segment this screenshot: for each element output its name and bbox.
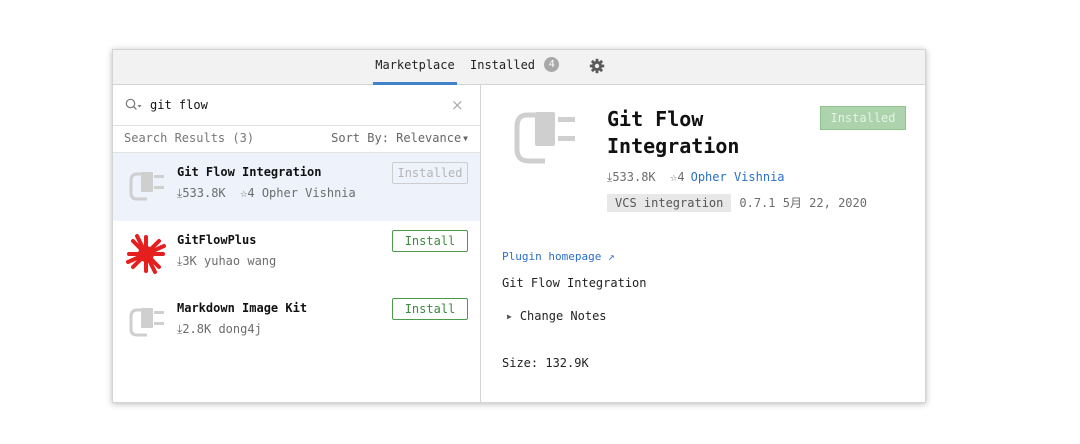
detail-date: 5月 22, 2020	[783, 196, 867, 210]
plugin-detail-version-row: VCS integration 0.7.1 5月 22, 2020	[607, 194, 867, 212]
search-bar: ×	[113, 85, 480, 126]
plugin-vendor: dong4j	[218, 322, 261, 336]
change-notes-toggle[interactable]: ▶ Change Notes	[507, 309, 607, 323]
clear-search-icon[interactable]: ×	[451, 96, 464, 114]
tab-installed[interactable]: Installed 4	[470, 50, 559, 84]
plugin-detail-meta: ⤓533.8K ☆4Opher Vishnia	[607, 170, 785, 185]
plugin-meta: ⤓2.8K dong4j	[177, 322, 262, 337]
plugin-detail-title: Git Flow Integration	[607, 106, 807, 160]
plugin-row-git-flow-integration[interactable]: Git Flow Integration ⤓533.8K ☆4 Opher Vi…	[113, 153, 480, 221]
gear-icon[interactable]	[589, 58, 605, 74]
expand-triangle-icon: ▶	[507, 312, 512, 321]
red-splat-logo-icon	[123, 231, 169, 277]
plugin-downloads: 2.8K	[182, 322, 211, 336]
install-button[interactable]: Install	[392, 298, 468, 320]
plugins-window: Marketplace Installed 4	[112, 49, 926, 403]
change-notes-label: Change Notes	[520, 309, 607, 323]
sort-dropdown[interactable]: Sort By: Relevance▼	[331, 131, 468, 145]
tab-installed-label: Installed	[470, 58, 535, 72]
search-input[interactable]	[150, 96, 440, 114]
category-tag[interactable]: VCS integration	[607, 194, 731, 212]
detail-rating: 4	[677, 170, 684, 184]
plugin-size: Size: 132.9K	[502, 356, 589, 370]
installed-count-badge: 4	[544, 57, 559, 72]
detail-installed-button[interactable]: Installed	[820, 106, 906, 130]
plugin-name: Markdown Image Kit	[177, 301, 307, 315]
plugin-name: Git Flow Integration	[177, 165, 322, 179]
tab-marketplace-label: Marketplace	[375, 58, 454, 72]
tab-marketplace[interactable]: Marketplace	[373, 50, 457, 84]
plugin-row-markdown-image-kit[interactable]: Markdown Image Kit ⤓2.8K dong4j Install	[113, 289, 480, 357]
plug-icon	[123, 299, 169, 345]
detail-version: 0.7.1	[739, 196, 775, 210]
plugin-downloads: 533.8K	[182, 186, 225, 200]
detail-vendor-link[interactable]: Opher Vishnia	[691, 170, 785, 184]
caret-down-icon: ▼	[463, 134, 468, 143]
plugin-vendor: yuhao wang	[204, 254, 276, 268]
install-button[interactable]: Install	[392, 230, 468, 252]
results-header: Search Results (3) Sort By: Relevance▼	[113, 126, 480, 153]
plugin-meta: ⤓533.8K ☆4 Opher Vishnia	[177, 186, 356, 201]
results-pane: × Search Results (3) Sort By: Relevance▼…	[113, 85, 481, 402]
results-count: Search Results (3)	[124, 131, 254, 145]
plug-icon	[123, 163, 169, 209]
plugin-vendor: Opher Vishnia	[262, 186, 356, 200]
plugin-homepage-link[interactable]: Plugin homepage ↗	[502, 250, 615, 263]
plugin-detail-pane: Git Flow Integration Installed ⤓533.8K ☆…	[481, 85, 925, 402]
plugin-description: Git Flow Integration	[502, 276, 647, 290]
sort-label: Sort By: Relevance	[331, 131, 461, 145]
tab-bar: Marketplace Installed 4	[113, 50, 925, 85]
plugin-downloads: 3K	[182, 254, 196, 268]
plugin-name: GitFlowPlus	[177, 233, 256, 247]
plugin-rating: 4	[247, 186, 254, 200]
plugin-row-gitflowplus[interactable]: GitFlowPlus ⤓3K yuhao wang Install	[113, 221, 480, 289]
plug-icon	[505, 99, 583, 173]
search-icon[interactable]	[125, 98, 143, 112]
plugin-meta: ⤓3K yuhao wang	[177, 254, 276, 269]
detail-downloads: 533.8K	[612, 170, 655, 184]
installed-button[interactable]: Installed	[392, 162, 468, 184]
